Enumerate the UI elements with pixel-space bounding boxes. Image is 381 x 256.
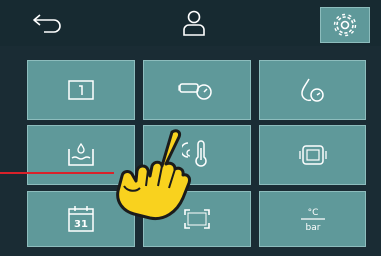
settings-button[interactable] (320, 7, 370, 43)
units-icon: °C bar (300, 208, 325, 233)
top-bar (0, 0, 381, 46)
tile-panel-info[interactable] (27, 60, 135, 120)
calendar-icon: 31 (68, 206, 94, 232)
calendar-day-label: 31 (74, 219, 88, 230)
panel-info-icon (68, 80, 94, 100)
user-icon[interactable] (182, 9, 206, 37)
callout-line (0, 172, 114, 174)
tile-water-pressure[interactable] (259, 60, 366, 120)
tile-pump[interactable] (143, 60, 251, 120)
tile-display[interactable] (259, 125, 366, 185)
gear-icon (333, 13, 357, 37)
units-bottom-label: bar (305, 223, 320, 233)
tank-level-icon (68, 142, 94, 166)
water-drop-gauge-icon (300, 78, 324, 102)
back-arrow-icon[interactable] (30, 12, 64, 34)
units-top-label: °C (307, 208, 318, 218)
tile-units[interactable]: °C bar (259, 191, 366, 247)
pointing-hand-icon (116, 129, 191, 221)
pump-gauge-icon (178, 83, 212, 100)
display-screen-icon (298, 145, 327, 165)
